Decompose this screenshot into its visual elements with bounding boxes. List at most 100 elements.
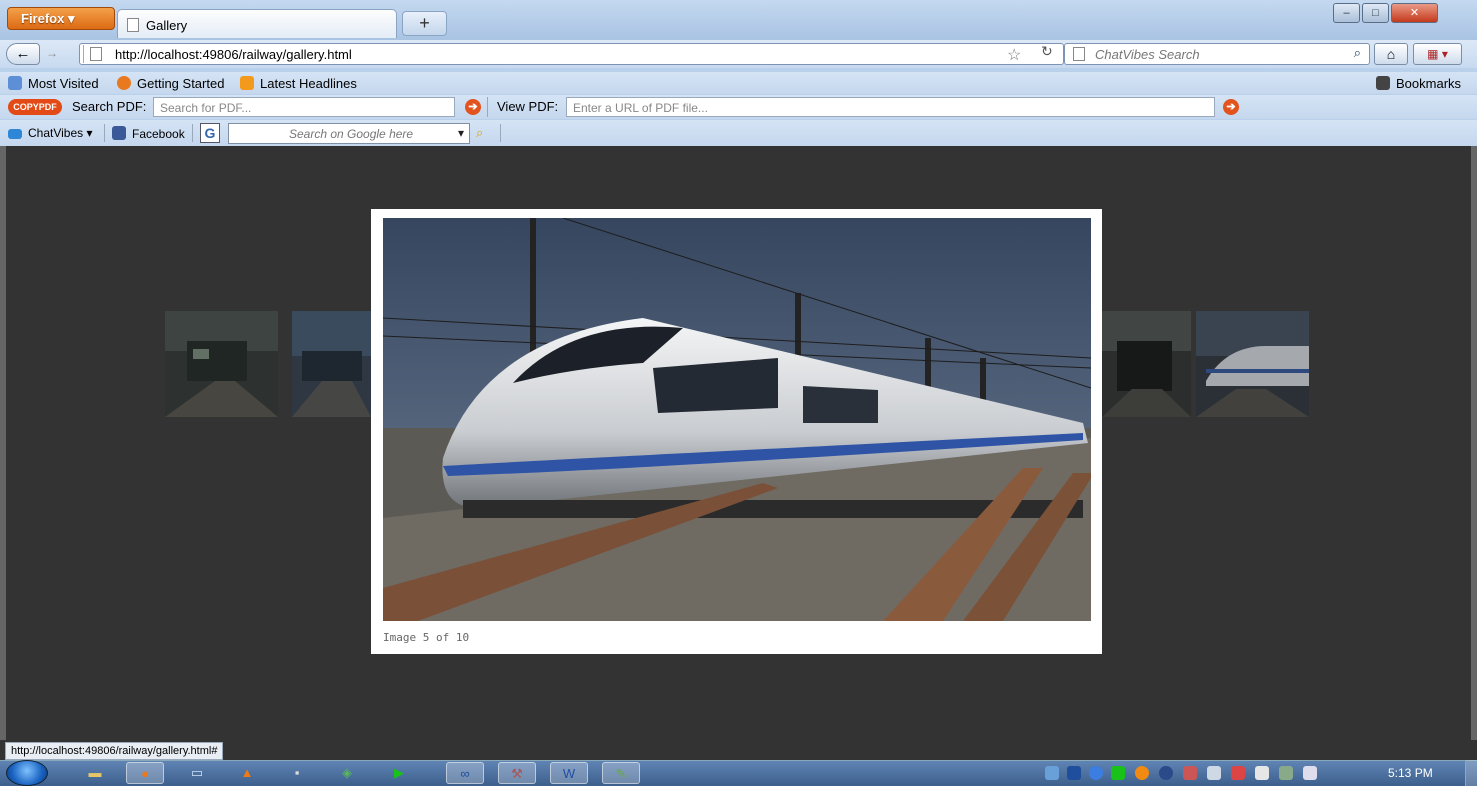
toolbar-separator bbox=[104, 124, 105, 142]
search-icon[interactable]: ⌕ bbox=[1354, 45, 1361, 61]
search-icon[interactable]: ⌕ bbox=[476, 125, 483, 141]
train-thumbnail-image bbox=[1102, 311, 1191, 417]
back-arrow-icon: ← bbox=[15, 45, 31, 62]
search-pdf-go-icon[interactable]: ➔ bbox=[465, 99, 481, 115]
bookmark-getting-started[interactable]: Getting Started bbox=[117, 76, 224, 91]
explorer-taskbar-icon[interactable]: ▬ bbox=[76, 762, 114, 784]
firefox-taskbar-icon[interactable]: ● bbox=[126, 762, 164, 784]
gallery-thumbnail[interactable] bbox=[165, 311, 278, 417]
forward-button[interactable]: → bbox=[46, 46, 58, 60]
firefox-menu-button[interactable]: Firefox ▾ bbox=[7, 7, 115, 30]
google-search-input[interactable]: Search on Google here ▾ bbox=[228, 123, 470, 144]
media-player-taskbar-icon[interactable]: ▶ bbox=[380, 762, 418, 784]
network-icon[interactable] bbox=[1279, 766, 1293, 780]
search-engine-icon bbox=[1073, 47, 1085, 61]
search-pdf-label: Search PDF: bbox=[72, 99, 147, 114]
bookmark-most-visited[interactable]: Most Visited bbox=[8, 76, 99, 91]
facebook-label: Facebook bbox=[132, 127, 185, 141]
train-thumbnail-image bbox=[1196, 311, 1309, 417]
bookmark-label: Latest Headlines bbox=[260, 76, 357, 91]
window-controls: – □ ✕ bbox=[1333, 3, 1464, 25]
new-tab-button[interactable]: + bbox=[402, 11, 447, 36]
page-icon bbox=[127, 18, 139, 32]
maximize-button[interactable]: □ bbox=[1362, 3, 1389, 23]
app-taskbar-icon[interactable]: ◈ bbox=[328, 762, 366, 784]
gallery-thumbnail[interactable] bbox=[1196, 311, 1309, 417]
toolbar-separator bbox=[487, 97, 488, 117]
facebook-button[interactable]: Facebook bbox=[112, 126, 185, 141]
firefox-icon bbox=[117, 76, 131, 90]
infinity-taskbar-icon[interactable]: ∞ bbox=[446, 762, 484, 784]
chatvibes-menu[interactable]: ChatVibes ▾ bbox=[8, 126, 93, 140]
tray-icon[interactable] bbox=[1045, 766, 1059, 780]
word-taskbar-icon[interactable]: W bbox=[550, 762, 588, 784]
train-thumbnail-image bbox=[165, 311, 278, 417]
tool-taskbar-icon[interactable]: ⚒ bbox=[498, 762, 536, 784]
start-button[interactable] bbox=[6, 760, 48, 786]
page-icon bbox=[83, 45, 102, 63]
forward-arrow-icon: → bbox=[46, 46, 58, 60]
volume-icon[interactable] bbox=[1303, 766, 1317, 780]
tray-icon[interactable] bbox=[1183, 766, 1197, 780]
search-box[interactable]: ChatVibes Search ⌕ bbox=[1064, 43, 1370, 65]
chatvibes-toolbar bbox=[0, 120, 1477, 146]
gallery-thumbnail[interactable] bbox=[1102, 311, 1191, 417]
toolbar-separator bbox=[192, 124, 193, 142]
back-button[interactable]: ← bbox=[6, 43, 40, 65]
bookmark-label: Most Visited bbox=[28, 76, 99, 91]
bookmark-star-icon[interactable]: ☆ bbox=[1007, 45, 1021, 65]
bookmark-latest-headlines[interactable]: Latest Headlines bbox=[240, 76, 357, 91]
chevron-down-icon[interactable]: ▾ bbox=[458, 126, 464, 140]
tab-gallery[interactable]: Gallery bbox=[117, 9, 397, 38]
battery-icon[interactable] bbox=[1255, 766, 1269, 780]
tray-icon[interactable] bbox=[1089, 766, 1103, 780]
bookmark-label: Getting Started bbox=[137, 76, 225, 91]
status-url: http://localhost:49806/railway/gallery.h… bbox=[5, 742, 224, 760]
view-pdf-input[interactable]: Enter a URL of PDF file... bbox=[566, 97, 1215, 117]
home-button[interactable]: ⌂ bbox=[1374, 43, 1408, 65]
addon-icon: ▦ ▾ bbox=[1427, 47, 1448, 61]
view-pdf-go-icon[interactable]: ➔ bbox=[1223, 99, 1239, 115]
home-icon: ⌂ bbox=[1386, 46, 1396, 62]
close-button[interactable]: ✕ bbox=[1391, 3, 1438, 23]
rss-icon bbox=[240, 76, 254, 90]
show-desktop-button[interactable] bbox=[1465, 760, 1477, 786]
bookmarks-icon bbox=[1376, 76, 1390, 90]
image-caption: Image 5 of 10 bbox=[383, 631, 470, 644]
chatvibes-label: ChatVibes ▾ bbox=[28, 126, 93, 140]
train-thumbnail-image bbox=[292, 311, 371, 417]
most-visited-icon bbox=[8, 76, 22, 90]
search-pdf-input[interactable]: Search for PDF... bbox=[153, 97, 455, 117]
google-icon[interactable]: G bbox=[200, 123, 220, 143]
taskbar-clock[interactable]: 5:13 PM bbox=[1388, 766, 1433, 780]
url-text: http://localhost:49806/railway/gallery.h… bbox=[115, 47, 352, 62]
url-bar[interactable]: http://localhost:49806/railway/gallery.h… bbox=[79, 43, 1064, 65]
vlc-taskbar-icon[interactable]: ▲ bbox=[228, 762, 266, 784]
paint-taskbar-icon[interactable]: ✎ bbox=[602, 762, 640, 784]
tray-icon[interactable] bbox=[1207, 766, 1221, 780]
addon-button[interactable]: ▦ ▾ bbox=[1413, 43, 1462, 65]
tray-icon[interactable] bbox=[1067, 766, 1081, 780]
cmd-taskbar-icon[interactable]: ▪ bbox=[278, 762, 316, 784]
bookmarks-toolbar: Most Visited Getting Started Latest Head… bbox=[0, 72, 1477, 94]
facebook-icon bbox=[112, 126, 126, 140]
view-pdf-label: View PDF: bbox=[497, 99, 559, 114]
tab-title: Gallery bbox=[146, 18, 188, 33]
chatvibes-icon bbox=[8, 129, 22, 139]
google-search-placeholder: Search on Google here bbox=[289, 127, 414, 141]
system-tray bbox=[1040, 762, 1430, 784]
reload-icon[interactable]: ↻ bbox=[1041, 43, 1053, 60]
minimize-button[interactable]: – bbox=[1333, 3, 1360, 23]
bookmarks-label: Bookmarks bbox=[1396, 76, 1462, 91]
tray-icon[interactable] bbox=[1135, 766, 1149, 780]
tray-icon[interactable] bbox=[1111, 766, 1125, 780]
search-placeholder: ChatVibes Search bbox=[1095, 47, 1200, 62]
high-speed-train-photo bbox=[383, 218, 1091, 621]
gallery-thumbnail[interactable] bbox=[292, 311, 371, 417]
toolbar-separator bbox=[500, 124, 501, 142]
bluetooth-icon[interactable] bbox=[1159, 766, 1173, 780]
tray-icon[interactable] bbox=[1231, 766, 1245, 780]
bookmarks-menu[interactable]: Bookmarks bbox=[1376, 76, 1461, 91]
gallery-main-image[interactable] bbox=[383, 218, 1091, 621]
notepad-taskbar-icon[interactable]: ▭ bbox=[178, 762, 216, 784]
